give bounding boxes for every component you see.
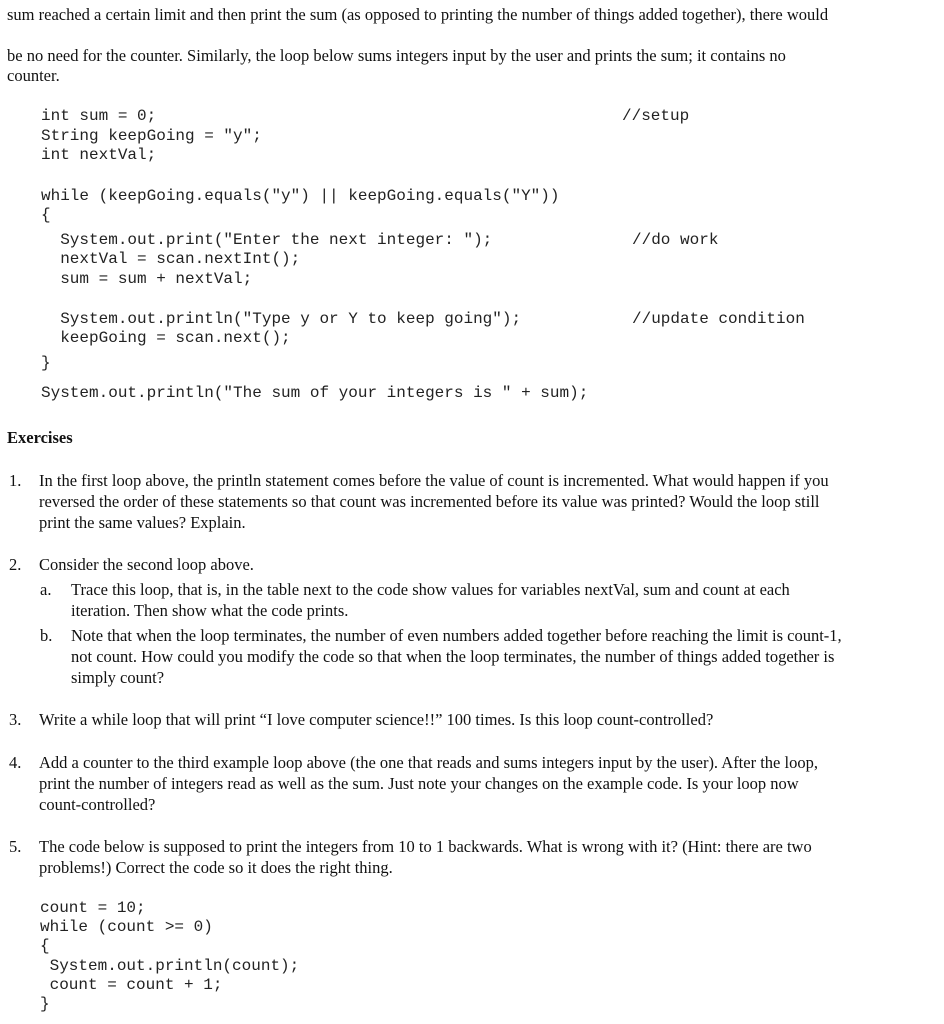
exercise-line: reversed the order of these statements s…	[39, 492, 820, 511]
code-comment-do-work: //do work	[632, 231, 719, 249]
code-line: while (keepGoing.equals("y") || keepGoin…	[41, 187, 560, 205]
exercise-number: 1.	[9, 471, 22, 490]
sub-item-line: not count. How could you modify the code…	[71, 647, 835, 666]
exercise-line: print the number of integers read as wel…	[39, 774, 799, 793]
intro-line: sum reached a certain limit and then pri…	[7, 5, 829, 24]
sub-item-letter: b.	[40, 626, 53, 645]
code-line: System.out.print("Enter the next integer…	[41, 231, 493, 249]
code-line: keepGoing = scan.next();	[41, 329, 291, 347]
code-line: int nextVal;	[41, 146, 157, 164]
code-line: {	[40, 937, 50, 955]
exercise-line: problems!) Correct the code so it does t…	[39, 858, 393, 877]
code-line: sum = sum + nextVal;	[41, 270, 253, 288]
sub-item-line: iteration. Then show what the code print…	[71, 601, 349, 620]
exercise-line: Write a while loop that will print “I lo…	[39, 710, 714, 729]
intro-line: counter.	[7, 66, 60, 85]
code-line: System.out.println(count);	[40, 957, 300, 975]
exercise-line: In the first loop above, the println sta…	[39, 471, 829, 490]
exercise-number: 4.	[9, 753, 22, 772]
sub-item-line: Trace this loop, that is, in the table n…	[71, 580, 790, 599]
code-line: String keepGoing = "y";	[41, 127, 262, 145]
exercise-number: 3.	[9, 710, 22, 729]
code-line: int sum = 0;	[41, 107, 157, 125]
code-line: System.out.println("The sum of your inte…	[41, 384, 589, 402]
code-line: {	[41, 206, 51, 224]
code-comment-setup: //setup	[622, 107, 690, 125]
exercise-line: Consider the second loop above.	[39, 555, 254, 574]
code-line: while (count >= 0)	[40, 918, 213, 936]
sub-item-line: Note that when the loop terminates, the …	[71, 626, 842, 645]
code-line: count = count + 1;	[40, 976, 223, 994]
sub-item-letter: a.	[40, 580, 52, 599]
exercise-line: The code below is supposed to print the …	[39, 837, 812, 856]
code-line: count = 10;	[40, 899, 146, 917]
exercise-line: Add a counter to the third example loop …	[39, 753, 818, 772]
code-comment-update: //update condition	[632, 310, 805, 328]
sub-item-line: simply count?	[71, 668, 165, 687]
code-line: System.out.println("Type y or Y to keep …	[41, 310, 522, 328]
exercise-line: count-controlled?	[39, 795, 156, 814]
code-line: }	[41, 354, 51, 372]
intro-line: be no need for the counter. Similarly, t…	[7, 46, 786, 65]
section-heading: Exercises	[7, 428, 73, 447]
exercise-line: print the same values? Explain.	[39, 513, 246, 532]
exercise-number: 2.	[9, 555, 22, 574]
code-line: }	[40, 995, 50, 1013]
code-line: nextVal = scan.nextInt();	[41, 250, 301, 268]
exercise-number: 5.	[9, 837, 22, 856]
